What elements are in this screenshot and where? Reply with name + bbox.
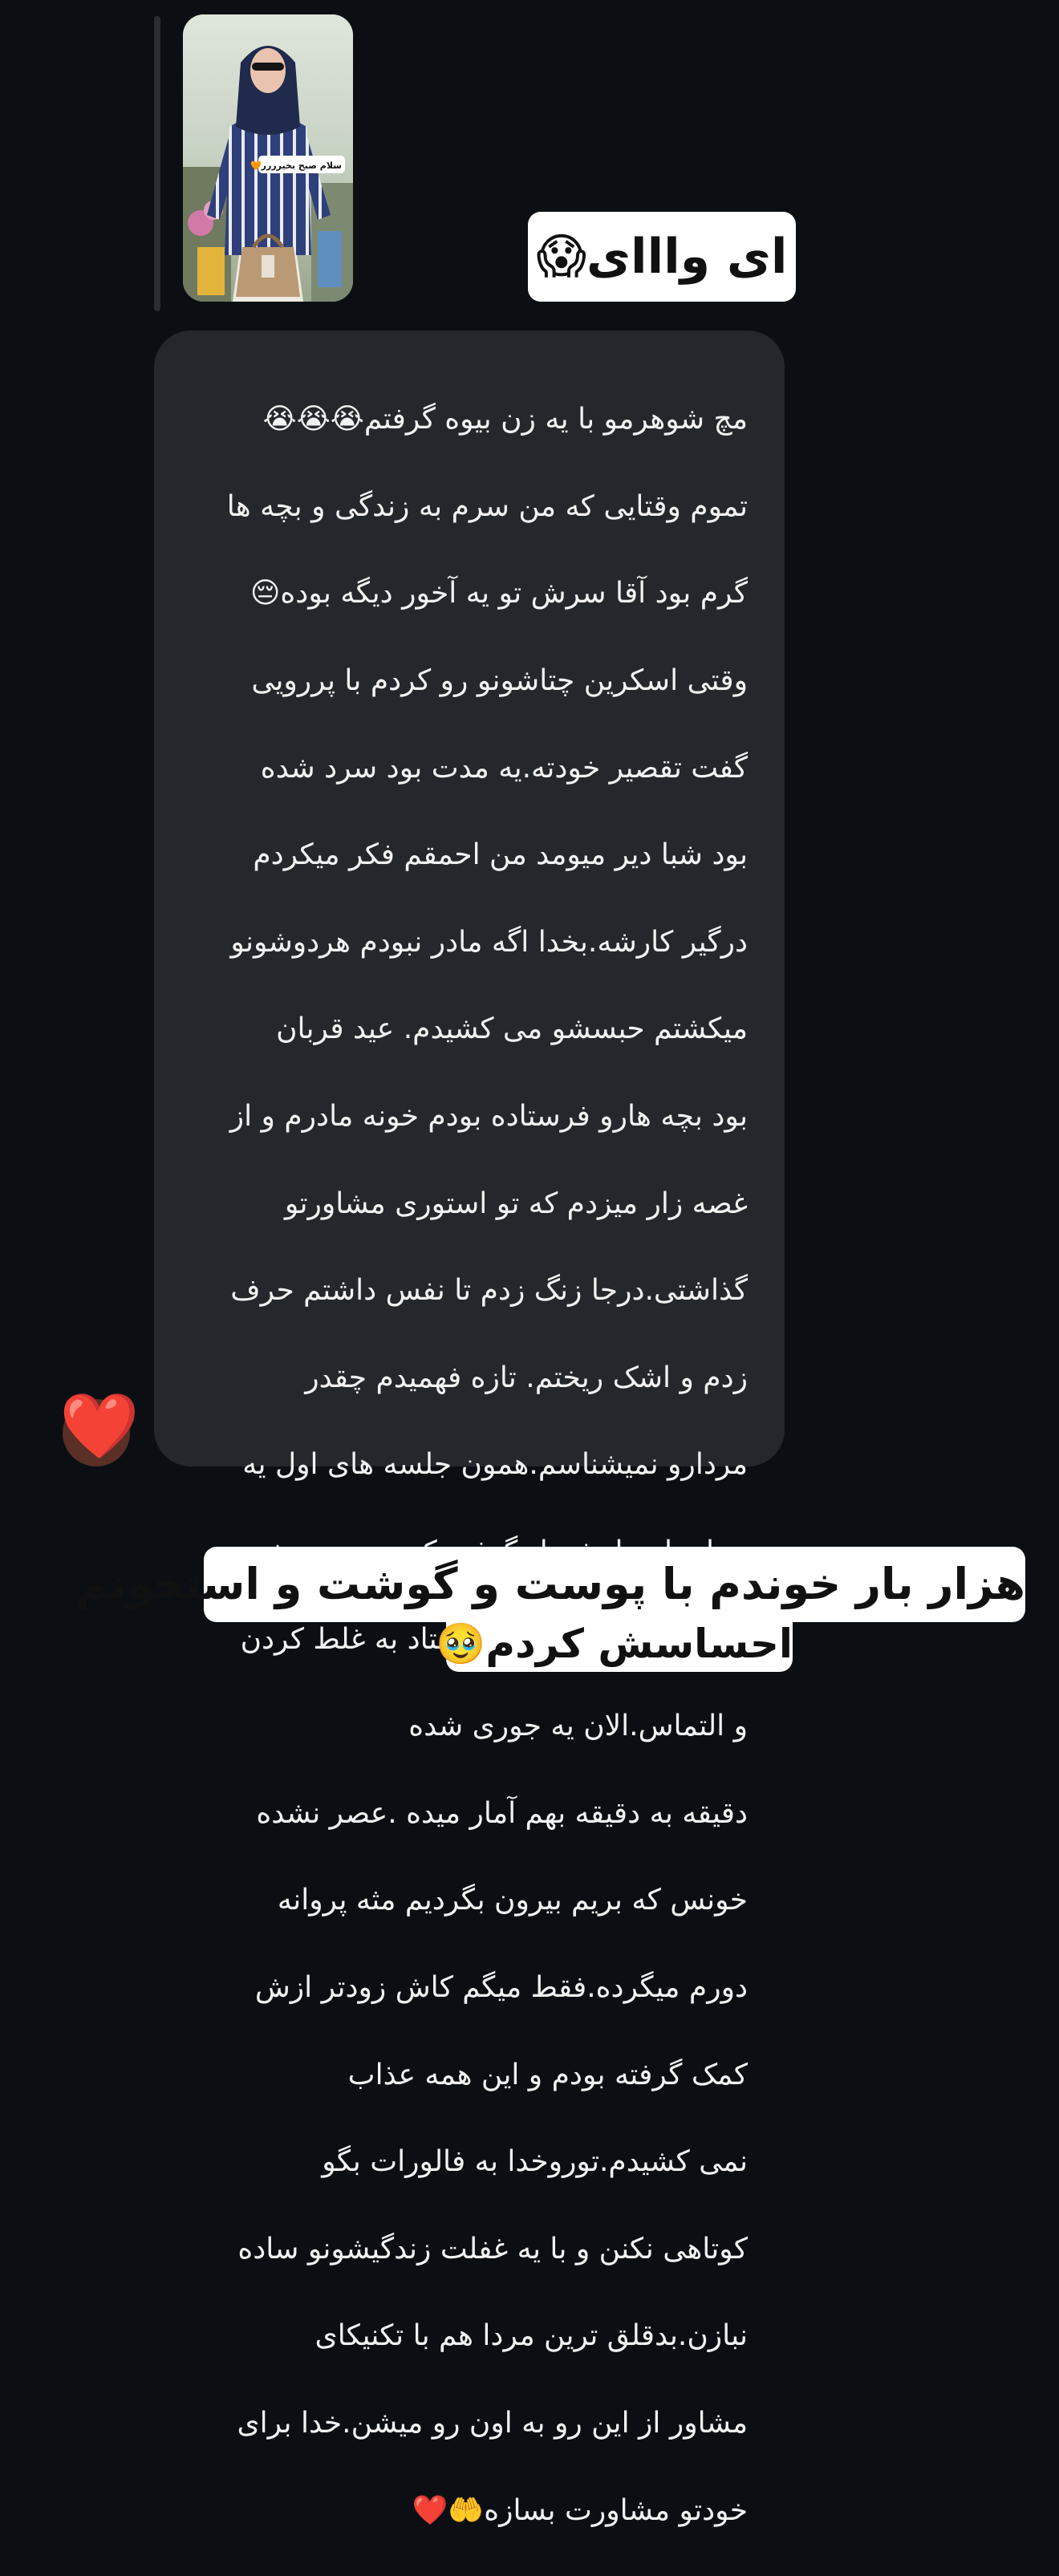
heart-icon: ❤️ (59, 1389, 140, 1463)
message-line: نمی کشیدم.توروخدا به فالورات بگو (322, 2145, 748, 2179)
message-text: مچ شوهرمو با یه زن بیوه گرفتم😭😭😭 تموم وق… (181, 355, 748, 2576)
message-line: میکشتم حبسشو می کشیدم. عید قربان (276, 1012, 748, 1046)
message-line: کوتاهی نکنن و با یه غفلت زندگیشونو ساده (237, 2232, 748, 2266)
story-thumbnail[interactable]: سلام صبح بخیرررر🧡 (183, 14, 353, 302)
caption-sticker-line-2: احساسش کردم🥹 (436, 1616, 793, 1672)
message-line: دقیقه به دقیقه بهم آمار میده .عصر نشده (256, 1796, 748, 1830)
message-reaction[interactable]: ❤️ (59, 1394, 140, 1466)
message-line: زدم و اشک ریختم. تازه فهمیدم چقدر (305, 1361, 748, 1394)
message-line: مردارو نمیشناسم.همون جلسه های اول یه (242, 1448, 748, 1482)
message-line: گذاشتی.درجا زنگ زدم تا نفس داشتم حرف (230, 1274, 748, 1308)
message-bubble[interactable]: مچ شوهرمو با یه زن بیوه گرفتم😭😭😭 تموم وق… (154, 331, 785, 2527)
message-line: خونس که بریم بیرون بگردیم مثه پروانه (277, 1884, 748, 1917)
reply-quote-bar (154, 16, 160, 311)
story-caption-text: سلام صبح بخیرررر🧡 (250, 160, 342, 171)
message-line: دورم میگرده.فقط میگم کاش زودتر ازش (254, 1970, 748, 2004)
message-line: بود بچه هارو فرستاده بودم خونه مادرم و ا… (229, 1100, 748, 1134)
message-line: درگیر کارشه.بخدا اگه مادر نبودم هردوشونو (230, 925, 748, 959)
message-line: بود شبا دیر میومد من احمقم فکر میکردم (253, 838, 748, 872)
story-reply-sticker: ای وااای😱 (528, 212, 796, 302)
message-line: کمک گرفته بودم و این همه عذاب (347, 2058, 748, 2091)
message-line: مشاور از این رو به اون رو میشن.خدا برای (237, 2406, 748, 2440)
message-line: گرم بود آقا سرش تو یه آخور دیگه بوده😔 (250, 577, 748, 611)
message-line: نبازن.بدقلق ترین مردا هم با تکنیکای (314, 2319, 748, 2353)
message-line: مچ شوهرمو با یه زن بیوه گرفتم😭😭😭 (262, 403, 748, 436)
message-line: و التماس.الان یه جوری شده (408, 1710, 748, 1743)
caption-sticker-line-1: هزار بار خوندم با پوست و گوشت و استخونم (76, 1547, 1025, 1622)
message-line: گفت تقصیر خودته.یه مدت بود سرد شده (260, 751, 748, 785)
message-line: وقتی اسکرین چتاشونو رو کردم با پررویی (251, 664, 748, 698)
story-photo-image: سلام صبح بخیرررر🧡 (183, 14, 353, 302)
message-line: غصه زار میزدم که تو استوری مشاورتو (284, 1187, 748, 1220)
message-line: تموم وقتایی که من سرم به زندگی و بچه ها (226, 489, 748, 523)
message-line: خودتو مشاورت بسازه🤲❤️ (412, 2493, 748, 2527)
